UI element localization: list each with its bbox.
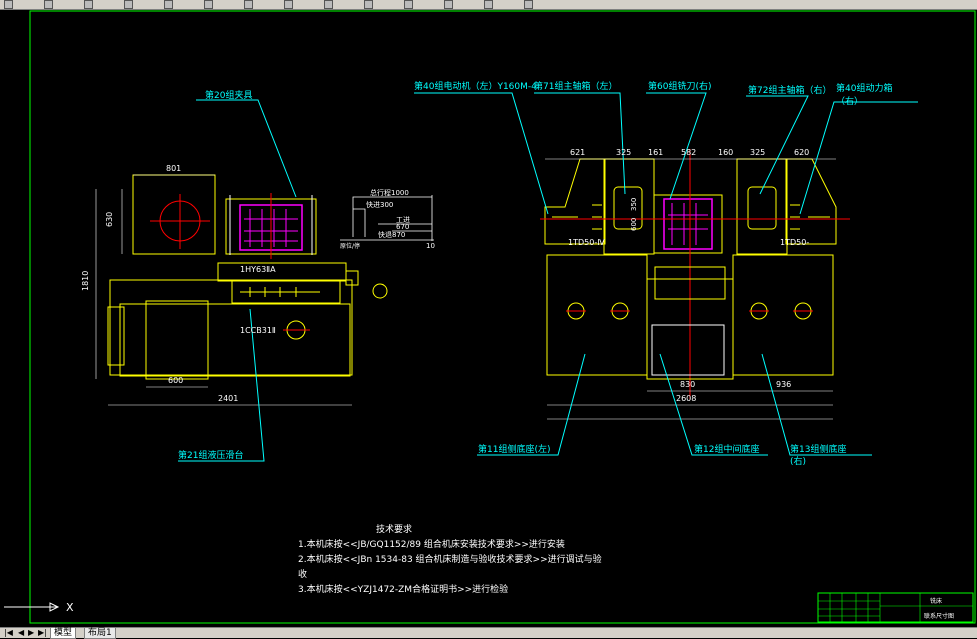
toolbar-icon-14[interactable] [524,0,533,9]
label-base-right-2: (右) [790,455,806,467]
middle-base-door [651,324,725,376]
stroke-total: 总行程1000 [370,188,409,197]
dim-582: 582 [681,148,696,157]
power-head-right-slots [790,204,830,230]
drawing-canvas[interactable]: 第20组夹具 第21组液压滑台 第40组电动机（左）Y160M-4 第71组主轴… [0,9,977,627]
toolbar-icon-11[interactable] [404,0,413,9]
title-block: 铣床 联系尺寸图 [817,592,974,623]
side-base-left [546,254,648,376]
label-base-left: 第11组侧底座(左) [478,443,550,455]
tab-model[interactable]: 模型 [50,628,77,639]
label-base-right: 第13组侧底座 [790,443,846,455]
motor-block [132,174,216,255]
label-hydraulic: 第21组液压滑台 [178,449,243,461]
dim-325b: 325 [750,148,765,157]
dim-621: 621 [570,148,585,157]
toolbar-icon-10[interactable] [364,0,373,9]
stroke-fast-back: 快退870 [378,230,405,239]
leader-spindle-right [746,95,809,195]
front-view [414,92,918,456]
toolbar-icon-8[interactable] [284,0,293,9]
spindle-box-right-inner [747,186,777,230]
dim-161: 161 [648,148,663,157]
dim-630: 630 [105,212,114,227]
toolbar-icon-3[interactable] [84,0,93,9]
leader-motor [414,92,549,215]
power-head-left-slots [552,204,602,230]
slide-side-wheel [372,283,388,299]
label-power-box: 第40组动力箱 [836,82,892,94]
tab-layout1[interactable]: 布局1 [84,628,116,639]
dim-600: 600 [168,376,183,385]
dim-830: 830 [680,380,695,389]
leader-base-right [761,353,872,456]
label-motor-left: 第40组电动机（左）Y160M-4 [414,80,537,92]
part-pump: 1CCB31Ⅱ [240,326,276,335]
label-base-middle: 第12组中间底座 [694,443,759,455]
toolbar-icon-9[interactable] [324,0,333,9]
label-fixture: 第20组夹具 [205,89,252,101]
leader-power-box [799,101,918,215]
toolbar-icon-6[interactable] [204,0,213,9]
title-block-drawing-name: 联系尺寸图 [924,612,954,620]
bed-lower [119,303,351,377]
stroke-work-value: 670 [396,223,409,231]
toolbar-icon-12[interactable] [444,0,453,9]
dim-2401: 2401 [218,394,238,403]
dim-v600: 600 [630,218,638,231]
cutter-detail [668,203,708,245]
dim-1810: 1810 [81,271,90,291]
slide-detail [240,287,320,297]
part-power-right: 1TD50- [780,238,809,247]
side-base-right [732,254,834,376]
notes-line2b: 收 [298,568,307,580]
layout-tab-bar: |◀ ◀ ▶ ▶| 模型 布局1 [0,627,977,639]
stroke-stop-right: 10 [426,242,435,250]
stroke-stop-left: 原位/停 [340,242,360,250]
label-spindle-left: 第71组主轴箱（左） [534,80,617,92]
toolbar-icon-2[interactable] [44,0,53,9]
pump-box [145,300,209,380]
notes-title: 技术要求 [376,523,412,535]
spindle-box-left [603,158,655,255]
dim-620: 620 [794,148,809,157]
cutter-fixture [663,198,713,250]
dim-801: 801 [166,164,181,173]
leader-base-middle [659,353,768,456]
toolbar-icon-1[interactable] [4,0,13,9]
ucs-x-label: X [66,601,74,614]
leader-cutter [646,92,707,200]
dim-v350: 350 [630,198,638,211]
notes-line1: 1.本机床按<<JB/GQ1152/89 组合机床安装技术要求>>进行安装 [298,538,565,550]
label-spindle-right: 第72组主轴箱（右） [748,84,831,96]
toolbar-icon-7[interactable] [244,0,253,9]
stroke-fast-forward: 快进300 [366,200,393,209]
title-block-tag: 铣床 [930,597,942,605]
toolbar-icon-4[interactable] [124,0,133,9]
dim-2608: 2608 [676,394,696,403]
label-cutter: 第60组铣刀(右) [648,80,711,92]
label-power-box-2: （右） [836,95,863,107]
dim-936: 936 [776,380,791,389]
power-head-right [785,158,837,245]
notes-line3: 3.本机床按<<YZJ1472-ZM合格证明书>>进行检验 [298,583,508,595]
leader-spindle-left [534,92,626,195]
dim-160: 160 [718,148,733,157]
part-slide: 1HY63ⅡA [240,265,276,274]
notes-line2: 2.本机床按<<JBn 1534-83 组合机床制造与验收技术要求>>进行调试与… [298,553,602,565]
ucs-icon: X [4,601,74,614]
leader-base-left [477,353,586,456]
leader-fixture [196,99,297,198]
side-view [95,99,434,462]
slide-top [217,262,347,282]
toolbar-icon-5[interactable] [164,0,173,9]
power-head-left [544,158,606,245]
part-power-left: 1TD50-Ⅳ [568,238,605,247]
dim-325a: 325 [616,148,631,157]
toolbar-icon-13[interactable] [484,0,493,9]
